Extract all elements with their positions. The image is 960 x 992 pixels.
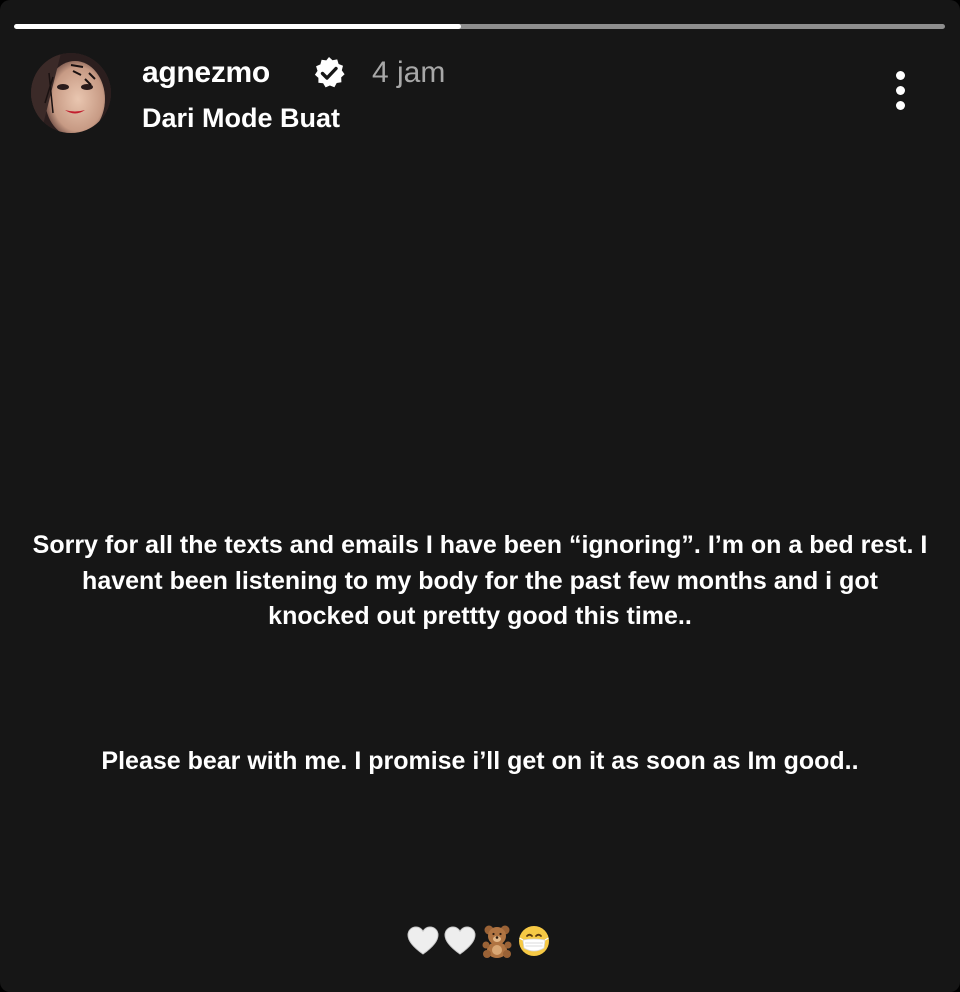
story-text-paragraph: Please bear with me. I promise i’ll get … — [101, 747, 859, 775]
story-text-paragraph: Sorry for all the texts and emails I hav… — [32, 531, 928, 630]
story-progress-fill — [14, 24, 461, 29]
username[interactable]: agnezmo — [142, 54, 270, 92]
white-heart-icon — [407, 926, 439, 955]
story-progress-bar — [14, 24, 945, 29]
emoji-row — [405, 921, 552, 961]
white-heart-icon — [444, 926, 476, 955]
story-timestamp: 4 jam — [372, 56, 446, 89]
avatar-image — [31, 53, 111, 133]
more-options-icon — [896, 71, 905, 80]
face-with-medical-mask-icon — [519, 926, 549, 956]
teddy-bear-icon — [482, 925, 512, 958]
verified-badge-icon — [314, 57, 345, 88]
more-options-button[interactable] — [884, 66, 918, 116]
story-viewer[interactable]: agnezmo 4 jam Dari Mode Buat Sorry for a… — [0, 0, 960, 992]
story-source-label[interactable]: Dari Mode Buat — [142, 100, 340, 136]
more-options-icon-dot — [896, 86, 905, 95]
avatar[interactable] — [31, 53, 111, 133]
more-options-icon-dot — [896, 101, 905, 110]
